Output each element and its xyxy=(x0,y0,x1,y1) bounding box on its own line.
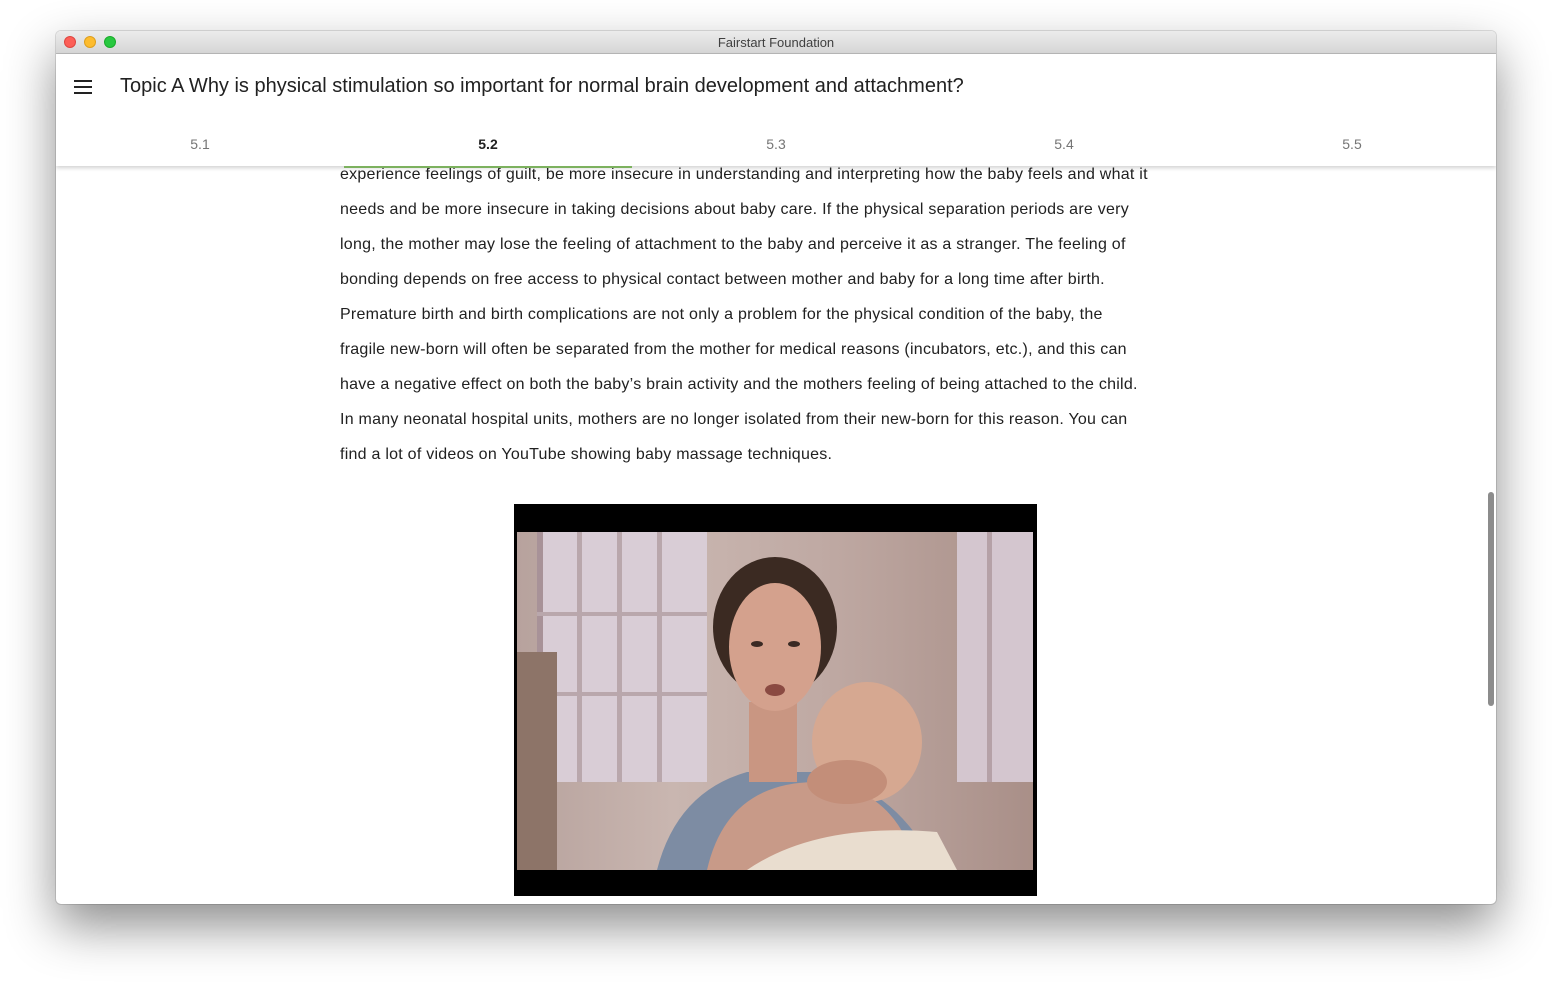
tab-5-1[interactable]: 5.1 xyxy=(56,120,344,166)
text-line: Premature birth and birth complications … xyxy=(340,306,1103,323)
article-text: experience feelings of guilt, be more in… xyxy=(340,166,1212,472)
page-title: Topic A Why is physical stimulation so i… xyxy=(120,75,964,97)
tab-5-4[interactable]: 5.4 xyxy=(920,120,1208,166)
text-line: fragile new-born will often be separated… xyxy=(340,341,1127,358)
tab-label: 5.1 xyxy=(190,136,210,152)
tab-5-3[interactable]: 5.3 xyxy=(632,120,920,166)
tab-label: 5.4 xyxy=(1054,136,1074,152)
text-line: have a negative effect on both the baby’… xyxy=(340,376,1138,393)
video-still-illustration xyxy=(517,532,1033,870)
tab-5-2[interactable]: 5.2 xyxy=(344,120,632,168)
text-line: experience feelings of guilt, be more in… xyxy=(340,166,1148,183)
video-player[interactable] xyxy=(514,504,1037,896)
app-window: Fairstart Foundation Topic A Why is phys… xyxy=(56,31,1496,904)
window-title: Fairstart Foundation xyxy=(717,35,835,50)
text-line: bonding depends on free access to physic… xyxy=(340,271,1105,288)
text-line: In many neonatal hospital units, mothers… xyxy=(340,411,1128,428)
tab-label: 5.3 xyxy=(766,136,786,152)
tab-5-5[interactable]: 5.5 xyxy=(1208,120,1496,166)
text-line: find a lot of videos on YouTube showing … xyxy=(340,446,833,463)
app-header: Topic A Why is physical stimulation so i… xyxy=(56,54,1496,168)
video-frame xyxy=(517,532,1033,870)
scrollbar-thumb[interactable] xyxy=(1488,492,1494,706)
section-tabs: 5.1 5.2 5.3 5.4 5.5 xyxy=(56,120,1496,168)
title-bar: Fairstart Foundation xyxy=(56,31,1496,54)
active-tab-indicator xyxy=(344,166,632,168)
tab-label: 5.2 xyxy=(478,136,498,152)
hamburger-menu-icon[interactable] xyxy=(74,79,94,95)
content-area[interactable]: experience feelings of guilt, be more in… xyxy=(56,166,1496,904)
text-line: long, the mother may lose the feeling of… xyxy=(340,236,1126,253)
text-line: needs and be more insecure in taking dec… xyxy=(340,201,1129,218)
tab-label: 5.5 xyxy=(1342,136,1362,152)
